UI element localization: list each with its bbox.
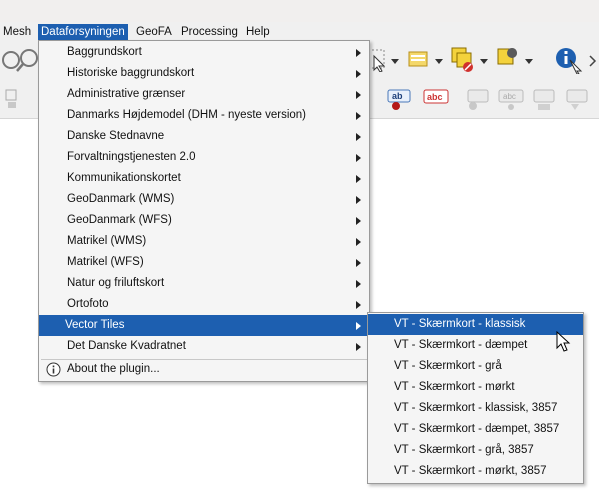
menu-item-label: About the plugin... — [67, 363, 160, 375]
menu-item-danske-stednavne[interactable]: Danske Stednavne — [41, 126, 367, 147]
chevron-right-icon — [356, 217, 361, 225]
submenu-item-daempet-3857[interactable]: VT - Skærmkort - dæmpet, 3857 — [368, 419, 583, 440]
menu-item-vector-tiles[interactable]: Vector Tiles — [39, 315, 367, 336]
chevron-right-icon — [356, 343, 361, 351]
menu-item-label: Baggrundskort — [67, 46, 142, 58]
pin-label-icon[interactable]: ab — [386, 88, 414, 112]
menu-item-natur-og-friluftskort[interactable]: Natur og friluftskort — [41, 273, 367, 294]
menu-item-label: Kommunikationskortet — [67, 172, 181, 184]
menu-item-baggrundskort[interactable]: Baggrundskort — [41, 42, 367, 63]
chevron-down-icon[interactable] — [435, 59, 443, 64]
toolbar-overflow-icon[interactable] — [588, 54, 598, 68]
submenu-item-daempet[interactable]: VT - Skærmkort - dæmpet — [368, 335, 583, 356]
menu-help[interactable]: Help — [243, 24, 273, 40]
chevron-right-icon — [356, 91, 361, 99]
menu-item-label: Det Danske Kvadratnet — [67, 340, 186, 352]
deselect-icon[interactable] — [450, 46, 476, 74]
menu-item-ortofoto[interactable]: Ortofoto — [41, 294, 367, 315]
submenu-item-label: VT - Skærmkort - dæmpet, 3857 — [394, 423, 560, 435]
label-icon-text: ab — [392, 91, 403, 101]
vector-tiles-submenu: VT - Skærmkort - klassisk VT - Skærmkort… — [367, 312, 584, 484]
chevron-down-icon[interactable] — [525, 59, 533, 64]
menu-item-kommunikationskortet[interactable]: Kommunikationskortet — [41, 168, 367, 189]
menu-item-forvaltningstjenesten[interactable]: Forvaltningstjenesten 2.0 — [41, 147, 367, 168]
dataforsyningen-menu: Baggrundskort Historiske baggrundskort A… — [38, 40, 370, 382]
menu-item-matrikel-wfs[interactable]: Matrikel (WFS) — [41, 252, 367, 273]
submenu-item-klassisk[interactable]: VT - Skærmkort - klassisk — [368, 314, 583, 335]
menu-mesh[interactable]: Mesh — [0, 24, 34, 40]
menu-item-dhm[interactable]: Danmarks Højdemodel (DHM - nyeste versio… — [41, 105, 367, 126]
chevron-right-icon — [356, 49, 361, 57]
chevron-right-icon — [356, 301, 361, 309]
select-by-attribute-icon[interactable] — [407, 48, 431, 72]
menu-processing[interactable]: Processing — [178, 24, 241, 40]
submenu-item-klassisk-3857[interactable]: VT - Skærmkort - klassisk, 3857 — [368, 398, 583, 419]
menu-item-matrikel-wms[interactable]: Matrikel (WMS) — [41, 231, 367, 252]
menu-geofa[interactable]: GeoFA — [133, 24, 175, 40]
menu-item-label: Vector Tiles — [65, 319, 125, 331]
submenu-item-label: VT - Skærmkort - klassisk — [394, 318, 526, 330]
search-icon[interactable] — [2, 46, 40, 74]
cursor-icon — [556, 331, 571, 352]
chevron-right-icon — [356, 175, 361, 183]
chevron-right-icon — [356, 70, 361, 78]
menu-item-label: Danske Stednavne — [67, 130, 165, 142]
chevron-right-icon — [356, 322, 361, 330]
submenu-item-graa[interactable]: VT - Skærmkort - grå — [368, 356, 583, 377]
submenu-item-label: VT - Skærmkort - grå — [394, 360, 502, 372]
menu-item-label: Ortofoto — [67, 298, 109, 310]
submenu-item-label: VT - Skærmkort - mørkt — [394, 381, 515, 393]
chevron-right-icon — [356, 238, 361, 246]
label-icon-text: abc — [427, 92, 443, 102]
menu-item-label: Natur og friluftskort — [67, 277, 165, 289]
menu-item-about-plugin[interactable]: About the plugin... — [41, 359, 367, 380]
menu-item-label: Matrikel (WMS) — [67, 235, 147, 247]
chevron-right-icon — [356, 133, 361, 141]
menu-item-label: GeoDanmark (WMS) — [67, 193, 175, 205]
submenu-item-moerkt-3857[interactable]: VT - Skærmkort - mørkt, 3857 — [368, 461, 583, 482]
info-icon — [46, 362, 61, 377]
move-label-icon[interactable]: abc — [497, 88, 525, 112]
label-icon[interactable]: abc — [422, 88, 450, 108]
menu-item-label: Administrative grænser — [67, 88, 186, 100]
menu-item-label: Danmarks Højdemodel (DHM - nyeste versio… — [67, 109, 307, 121]
submenu-item-label: VT - Skærmkort - grå, 3857 — [394, 444, 534, 456]
submenu-item-label: VT - Skærmkort - klassisk, 3857 — [394, 402, 558, 414]
chevron-right-icon — [356, 154, 361, 162]
menu-item-label: GeoDanmark (WFS) — [67, 214, 172, 226]
menu-item-label: Historiske baggrundskort — [67, 67, 195, 79]
menu-dataforsyningen[interactable]: Dataforsyningen — [38, 24, 128, 40]
chevron-right-icon — [356, 280, 361, 288]
menu-item-label: Matrikel (WFS) — [67, 256, 144, 268]
change-label-icon[interactable] — [563, 88, 591, 112]
menu-item-det-danske-kvadratnet[interactable]: Det Danske Kvadratnet — [41, 336, 367, 357]
chevron-right-icon — [356, 196, 361, 204]
menu-item-geodanmark-wfs[interactable]: GeoDanmark (WFS) — [41, 210, 367, 231]
submenu-item-label: VT - Skærmkort - dæmpet — [394, 339, 528, 351]
menu-bar: Mesh Dataforsyningen GeoFA Processing He… — [0, 22, 599, 42]
chevron-right-icon — [356, 259, 361, 267]
rotate-label-icon[interactable] — [530, 88, 558, 112]
window-titlebar — [0, 0, 599, 22]
submenu-item-graa-3857[interactable]: VT - Skærmkort - grå, 3857 — [368, 440, 583, 461]
submenu-item-label: VT - Skærmkort - mørkt, 3857 — [394, 465, 547, 477]
menu-item-geodanmark-wms[interactable]: GeoDanmark (WMS) — [41, 189, 367, 210]
menu-item-label: Forvaltningstjenesten 2.0 — [67, 151, 196, 163]
label-icon-text: abc — [503, 92, 516, 101]
identify-icon[interactable] — [554, 46, 584, 74]
select-location-icon[interactable] — [495, 46, 521, 74]
chevron-right-icon — [356, 112, 361, 120]
chevron-down-icon[interactable] — [480, 59, 488, 64]
menu-item-administrative-graenser[interactable]: Administrative grænser — [41, 84, 367, 105]
menu-item-historiske-baggrundskort[interactable]: Historiske baggrundskort — [41, 63, 367, 84]
chevron-down-icon[interactable] — [391, 59, 399, 64]
show-hide-labels-icon[interactable] — [464, 88, 492, 112]
node-tool-icon[interactable] — [4, 88, 20, 110]
submenu-item-moerkt[interactable]: VT - Skærmkort - mørkt — [368, 377, 583, 398]
